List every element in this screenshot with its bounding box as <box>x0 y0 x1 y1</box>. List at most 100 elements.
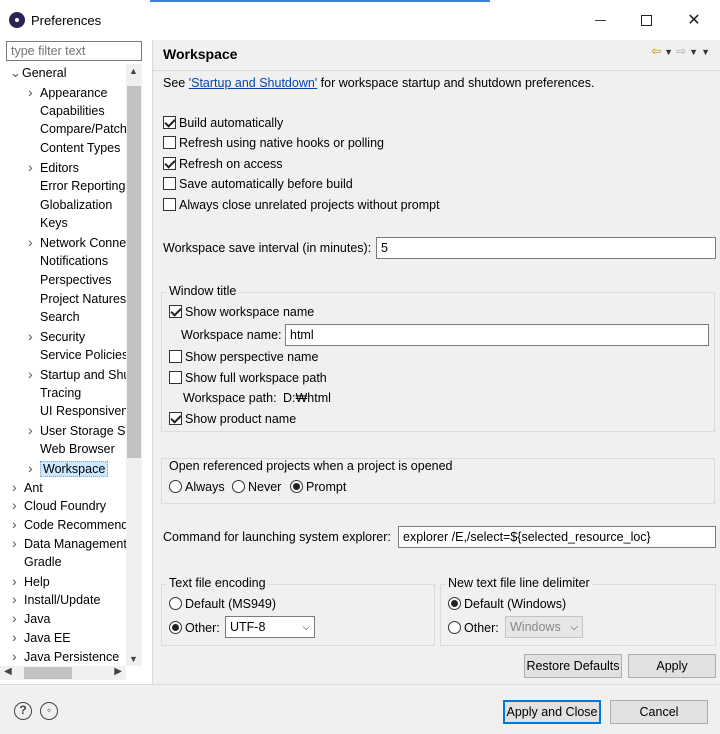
tree-item[interactable]: › Cloud Foundry <box>12 496 106 514</box>
chevron-right-icon[interactable]: › <box>28 459 40 477</box>
chevron-right-icon[interactable]: › <box>28 83 40 101</box>
back-arrow-icon[interactable]: ⇦ <box>651 44 661 58</box>
chevron-right-icon[interactable]: › <box>12 647 24 665</box>
tree-horizontal-scrollbar[interactable]: ◀ ▶ <box>0 666 126 680</box>
encoding-other-option[interactable]: Other: <box>169 621 220 635</box>
tree-item[interactable]: ›Startup and Shutdown <box>28 365 128 383</box>
workspace-option[interactable]: Save automatically before build <box>163 177 353 191</box>
tree-item[interactable]: Project Natures <box>28 290 126 308</box>
hscrollbar-thumb[interactable] <box>24 667 72 679</box>
open-ref-never-radio[interactable] <box>232 480 245 493</box>
explorer-command-input[interactable]: explorer /E,/select=${selected_resource_… <box>398 526 716 548</box>
show-product-name-option[interactable]: Show product name <box>169 412 296 426</box>
show-perspective-name-option[interactable]: Show perspective name <box>169 350 318 364</box>
scrollbar-thumb[interactable] <box>127 86 141 458</box>
open-ref-prompt-radio[interactable] <box>290 480 303 493</box>
chevron-right-icon[interactable]: › <box>28 233 40 251</box>
open-ref-never-option[interactable]: Never <box>232 480 281 494</box>
chevron-right-icon[interactable]: › <box>12 478 24 496</box>
delimiter-other-radio[interactable] <box>448 621 461 634</box>
import-export-icon[interactable]: ◦ <box>40 702 58 720</box>
show-full-path-option[interactable]: Show full workspace path <box>169 371 327 385</box>
tree-item[interactable]: › Editors <box>28 158 79 176</box>
tree-item[interactable]: Notifications <box>28 252 108 270</box>
tree-item[interactable]: Globalization <box>28 196 112 214</box>
tree-item[interactable]: Compare/Patch <box>28 120 127 138</box>
tree-item[interactable]: › Data Management <box>12 534 127 552</box>
save-interval-input[interactable]: 5 <box>376 237 716 259</box>
delimiter-combo[interactable]: Windows ⌵ <box>505 616 583 638</box>
option-checkbox[interactable] <box>163 198 176 211</box>
tree-item[interactable]: ›Network Connections <box>28 233 128 251</box>
scroll-up-icon[interactable]: ▲ <box>129 66 138 76</box>
tree-item[interactable]: › Install/Update <box>12 590 100 608</box>
cancel-button[interactable]: Cancel <box>610 700 708 724</box>
delimiter-default-option[interactable]: Default (Windows) <box>448 597 566 611</box>
scroll-left-icon[interactable]: ◀ <box>4 666 12 677</box>
apply-button[interactable]: Apply <box>628 654 716 678</box>
workspace-option[interactable]: Always close unrelated projects without … <box>163 198 440 212</box>
option-checkbox[interactable] <box>163 177 176 190</box>
chevron-right-icon[interactable]: › <box>28 327 40 345</box>
tree-item[interactable]: Gradle <box>12 553 62 571</box>
tree-vertical-scrollbar[interactable]: ▲ ▼ <box>126 64 142 666</box>
tree-item[interactable]: › Java EE <box>12 628 71 646</box>
chevron-down-icon[interactable]: ⌄ <box>10 64 22 82</box>
workspace-name-input[interactable]: html <box>285 324 709 346</box>
tree-item[interactable]: Keys <box>28 214 68 232</box>
chevron-right-icon[interactable]: › <box>12 534 24 552</box>
apply-and-close-button[interactable]: Apply and Close <box>503 700 601 724</box>
encoding-default-radio[interactable] <box>169 597 182 610</box>
delimiter-other-option[interactable]: Other: <box>448 621 499 635</box>
tree-item[interactable]: ›Code Recommenders <box>12 515 128 533</box>
tree-item[interactable]: › Ant <box>12 478 43 496</box>
workspace-option[interactable]: Build automatically <box>163 116 283 130</box>
workspace-option[interactable]: Refresh using native hooks or polling <box>163 136 384 150</box>
chevron-right-icon[interactable]: › <box>12 590 24 608</box>
tree-item[interactable]: › Java Persistence <box>12 647 119 665</box>
chevron-right-icon[interactable]: › <box>12 496 24 514</box>
open-ref-prompt-option[interactable]: Prompt <box>290 480 346 494</box>
tree-item[interactable]: Service Policies <box>28 346 128 364</box>
chevron-right-icon[interactable]: › <box>28 421 40 439</box>
scroll-right-icon[interactable]: ▶ <box>114 666 122 677</box>
filter-input[interactable] <box>6 41 142 61</box>
tree-item[interactable]: › Workspace <box>28 459 109 477</box>
help-icon[interactable]: ? <box>14 702 32 720</box>
tree-item[interactable]: Content Types <box>28 139 120 157</box>
tree-item[interactable]: › Appearance <box>28 83 107 101</box>
tree-item[interactable]: ⌄General <box>10 64 66 82</box>
show-full-path-checkbox[interactable] <box>169 371 182 384</box>
workspace-option[interactable]: Refresh on access <box>163 157 283 171</box>
option-checkbox[interactable] <box>163 157 176 170</box>
chevron-right-icon[interactable]: › <box>28 365 40 383</box>
view-menu-icon[interactable]: ▼ <box>701 47 710 58</box>
show-workspace-name-checkbox[interactable] <box>169 305 182 318</box>
forward-arrow-icon[interactable]: ⇨ <box>676 44 686 58</box>
show-workspace-name-option[interactable]: Show workspace name <box>169 305 314 319</box>
restore-defaults-button[interactable]: Restore Defaults <box>524 654 622 678</box>
forward-dropdown-icon[interactable]: ▼ <box>689 47 698 58</box>
show-perspective-name-checkbox[interactable] <box>169 350 182 363</box>
chevron-right-icon[interactable]: › <box>12 515 24 533</box>
option-checkbox[interactable] <box>163 116 176 129</box>
open-ref-always-option[interactable]: Always <box>169 480 225 494</box>
chevron-right-icon[interactable]: › <box>12 572 24 590</box>
encoding-combo[interactable]: UTF-8 ⌵ <box>225 616 315 638</box>
option-checkbox[interactable] <box>163 136 176 149</box>
tree-item[interactable]: UI Responsiveness <box>28 402 128 420</box>
open-ref-always-radio[interactable] <box>169 480 182 493</box>
tree-item[interactable]: Perspectives <box>28 271 112 289</box>
tree-item[interactable]: Capabilities <box>28 102 105 120</box>
back-dropdown-icon[interactable]: ▼ <box>664 47 673 58</box>
tree-item[interactable]: Search <box>28 308 80 326</box>
chevron-right-icon[interactable]: › <box>12 609 24 627</box>
delimiter-default-radio[interactable] <box>448 597 461 610</box>
chevron-right-icon[interactable]: › <box>28 158 40 176</box>
tree-item[interactable]: › Help <box>12 572 50 590</box>
startup-shutdown-link[interactable]: 'Startup and Shutdown' <box>189 76 317 90</box>
encoding-other-radio[interactable] <box>169 621 182 634</box>
tree-item[interactable]: ›User Storage Service <box>28 421 128 439</box>
tree-item[interactable]: Tracing <box>28 384 81 402</box>
tree-item[interactable]: › Security <box>28 327 85 345</box>
